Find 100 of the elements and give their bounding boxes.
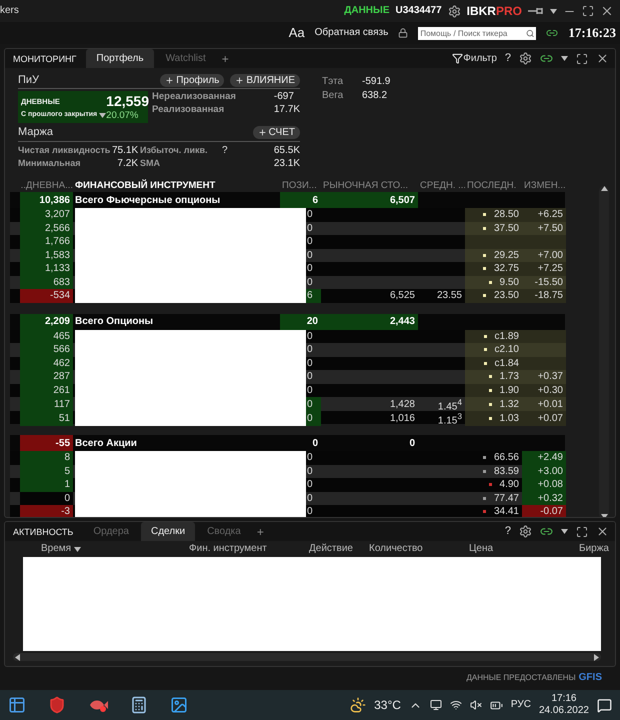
close-icon[interactable] xyxy=(596,52,609,65)
panel-title: АКТИВНОСТЬ xyxy=(12,526,74,538)
add-tab-button[interactable]: + xyxy=(252,522,268,541)
greek-label: Вега xyxy=(322,90,344,102)
monitor-icon[interactable] xyxy=(430,699,442,711)
font-size-button[interactable]: Aa xyxy=(288,25,305,41)
add-tab-button[interactable]: + xyxy=(218,49,233,68)
metric-value: 7.2K xyxy=(116,158,138,170)
help-icon[interactable]: ? xyxy=(222,144,236,157)
scroll-right-icon[interactable] xyxy=(594,654,599,660)
settings-icon[interactable] xyxy=(519,525,532,538)
table-cell-text: 0 xyxy=(408,436,416,450)
metric-label: Чистая ликвидность xyxy=(18,145,112,156)
notifications-icon[interactable] xyxy=(597,698,612,712)
weather-icon[interactable] xyxy=(350,697,366,713)
table-cell: 51 xyxy=(20,410,73,426)
battery-icon[interactable] xyxy=(490,698,503,712)
greek-value: -591.9 xyxy=(362,76,390,88)
table-cell: 462 xyxy=(20,356,73,370)
caret-icon[interactable] xyxy=(561,56,568,61)
table-cell: -0.07 xyxy=(522,505,566,517)
photos-icon[interactable] xyxy=(170,696,188,714)
section-title: ПиУ xyxy=(18,74,40,88)
add-button[interactable]: Профиль xyxy=(160,74,224,88)
column-header[interactable]: Фин. инструмент xyxy=(189,543,267,555)
settings-icon[interactable] xyxy=(519,52,532,65)
settings-icon[interactable] xyxy=(448,4,461,18)
column-header[interactable]: Действие xyxy=(309,543,353,555)
column-header[interactable]: ...ДНЕВНА... xyxy=(20,178,73,192)
scrollbar[interactable] xyxy=(13,653,601,661)
search-icon[interactable] xyxy=(526,28,534,38)
shield-icon[interactable] xyxy=(48,696,66,714)
table-cell: -3 xyxy=(20,505,73,517)
clock: 17:16:23 xyxy=(568,25,616,41)
column-header[interactable]: Цена xyxy=(469,543,494,555)
table-cell: 3,207 xyxy=(20,208,73,222)
table-cell-text: 0 xyxy=(306,235,314,248)
metric-label: Минимальная xyxy=(18,158,82,169)
table-cell-text: 0 xyxy=(306,222,314,235)
table-cell: -18.75 xyxy=(522,289,566,302)
table-cell-text: Всего Акции xyxy=(74,436,138,450)
spreadsheet-icon[interactable] xyxy=(8,696,26,714)
scroll-down-icon[interactable] xyxy=(600,514,608,517)
table-cell: 1.03 xyxy=(465,410,522,426)
metric-label: Реализованная xyxy=(152,104,226,116)
help-button[interactable]: ? xyxy=(504,524,511,538)
scrollbar[interactable] xyxy=(599,186,609,517)
table-cell: 23.50 xyxy=(465,289,522,302)
language-indicator[interactable]: РУС xyxy=(510,699,531,711)
table-cell: 0 xyxy=(20,492,73,505)
add-button[interactable]: СЧЕТ xyxy=(252,126,300,140)
table-cell: +0.01 xyxy=(522,397,566,412)
volume-mute-icon[interactable] xyxy=(470,699,482,711)
column-header[interactable]: Время xyxy=(41,543,72,555)
table-cell: 1.90 xyxy=(465,384,522,397)
tab[interactable]: Сделки xyxy=(140,522,196,541)
column-header[interactable]: ПОЗИ... xyxy=(280,178,321,192)
table-cell: +3.00 xyxy=(522,464,566,478)
table-cell: 5 xyxy=(20,464,73,478)
maximize-icon[interactable] xyxy=(576,52,588,64)
pin-icon[interactable] xyxy=(528,7,544,15)
maximize-icon[interactable] xyxy=(576,526,588,538)
column-header[interactable]: РЫНОЧНАЯ СТО... xyxy=(321,178,418,192)
filter-button[interactable]: Фильтр xyxy=(452,52,497,64)
table-cell: 83.59 xyxy=(465,464,522,478)
column-header[interactable]: Количество xyxy=(369,543,423,555)
help-button[interactable]: ? xyxy=(504,52,511,66)
table-cell: 117 xyxy=(20,397,73,412)
column-header[interactable]: ПОСЛЕДН. xyxy=(465,178,522,192)
table-cell: c1.84 xyxy=(465,356,522,370)
table-cell: 32.75 xyxy=(465,262,522,276)
feedback-link[interactable]: Обратная связь xyxy=(314,27,388,39)
scroll-left-icon[interactable] xyxy=(15,654,20,660)
add-button[interactable]: ВЛИЯНИЕ xyxy=(230,74,300,88)
table-cell: +0.37 xyxy=(522,370,566,384)
column-header[interactable]: СРЕДН. ... xyxy=(418,178,465,192)
search-field[interactable]: Помощь / Поиск тикера xyxy=(418,26,536,40)
table-cell-text: 0 xyxy=(306,276,314,289)
tab[interactable]: Портфель xyxy=(86,49,154,68)
metric-label: Избыточ. ликв. xyxy=(139,145,209,156)
column-header[interactable]: ФИНАНСОВЫЙ ИНСТРУМЕНТ xyxy=(73,178,280,192)
calculator-icon[interactable] xyxy=(130,696,148,714)
table-cell-text: 0 xyxy=(306,505,314,517)
column-header[interactable]: ИЗМЕН... xyxy=(522,178,566,192)
caret-icon[interactable] xyxy=(561,529,568,534)
sort-icon[interactable] xyxy=(74,546,82,552)
close-icon[interactable] xyxy=(596,525,609,538)
maximize-icon[interactable] xyxy=(582,5,594,17)
metric-value: 17.7K xyxy=(274,104,300,116)
table-cell: 566 xyxy=(20,343,73,356)
link-icon[interactable] xyxy=(546,27,558,39)
lock-icon[interactable] xyxy=(398,28,408,38)
caret-icon[interactable] xyxy=(99,113,106,118)
table-cell: 34.41 xyxy=(465,505,522,517)
column-header[interactable]: Биржа xyxy=(579,543,609,555)
table-cell-text: 6,525 xyxy=(388,289,416,302)
scroll-up-icon[interactable] xyxy=(600,186,608,191)
caret-icon[interactable] xyxy=(550,8,557,14)
close-icon[interactable] xyxy=(600,4,614,18)
table-cell: 261 xyxy=(20,384,73,397)
